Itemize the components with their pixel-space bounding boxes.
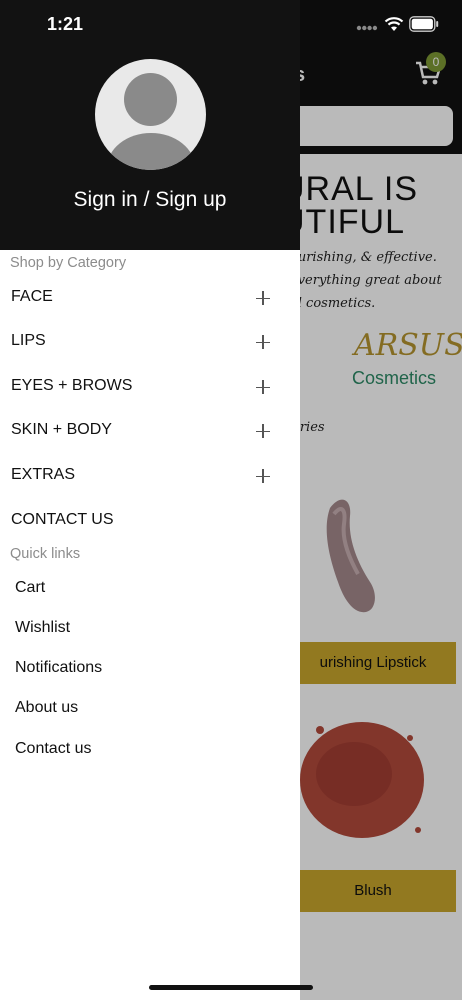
status-bar: 1:21 — [0, 0, 462, 48]
category-skin-body[interactable]: SKIN + BODY — [0, 409, 300, 453]
category-label: CONTACT US — [11, 511, 114, 528]
plus-icon[interactable] — [256, 335, 270, 349]
category-label: LIPS — [11, 332, 46, 349]
quick-link-notifications[interactable]: Notifications — [15, 659, 102, 677]
plus-icon[interactable] — [256, 291, 270, 305]
status-time: 1:21 — [47, 14, 84, 34]
shop-by-category-label: Shop by Category — [10, 255, 127, 271]
quick-links-label: Quick links — [10, 546, 81, 562]
category-eyes-brows[interactable]: EYES + BROWS — [0, 365, 300, 409]
plus-icon[interactable] — [256, 380, 270, 394]
category-contact-us[interactable]: CONTACT US — [0, 499, 300, 543]
category-label: EXTRAS — [11, 466, 76, 483]
wifi-icon — [384, 17, 404, 31]
plus-icon[interactable] — [256, 424, 270, 438]
plus-icon[interactable] — [256, 469, 270, 483]
navigation-drawer: Sign in / Sign up Shop by Category FACE … — [0, 0, 300, 1000]
category-label: FACE — [11, 288, 53, 305]
home-indicator[interactable] — [149, 985, 313, 990]
category-label: SKIN + BODY — [11, 421, 112, 438]
category-lips[interactable]: LIPS — [0, 320, 300, 364]
quick-link-about-us[interactable]: About us — [15, 699, 78, 717]
category-label: EYES + BROWS — [11, 377, 133, 394]
signal-icon — [356, 25, 378, 31]
quick-link-contact-us[interactable]: Contact us — [15, 740, 91, 758]
user-placeholder-icon — [124, 73, 177, 126]
category-extras[interactable]: EXTRAS — [0, 454, 300, 498]
quick-link-cart[interactable]: Cart — [15, 579, 45, 597]
category-face[interactable]: FACE — [0, 276, 300, 320]
quick-link-wishlist[interactable]: Wishlist — [15, 619, 70, 637]
sign-in-link[interactable]: Sign in / Sign up — [0, 188, 300, 212]
avatar[interactable] — [95, 59, 206, 170]
battery-icon — [409, 16, 439, 32]
